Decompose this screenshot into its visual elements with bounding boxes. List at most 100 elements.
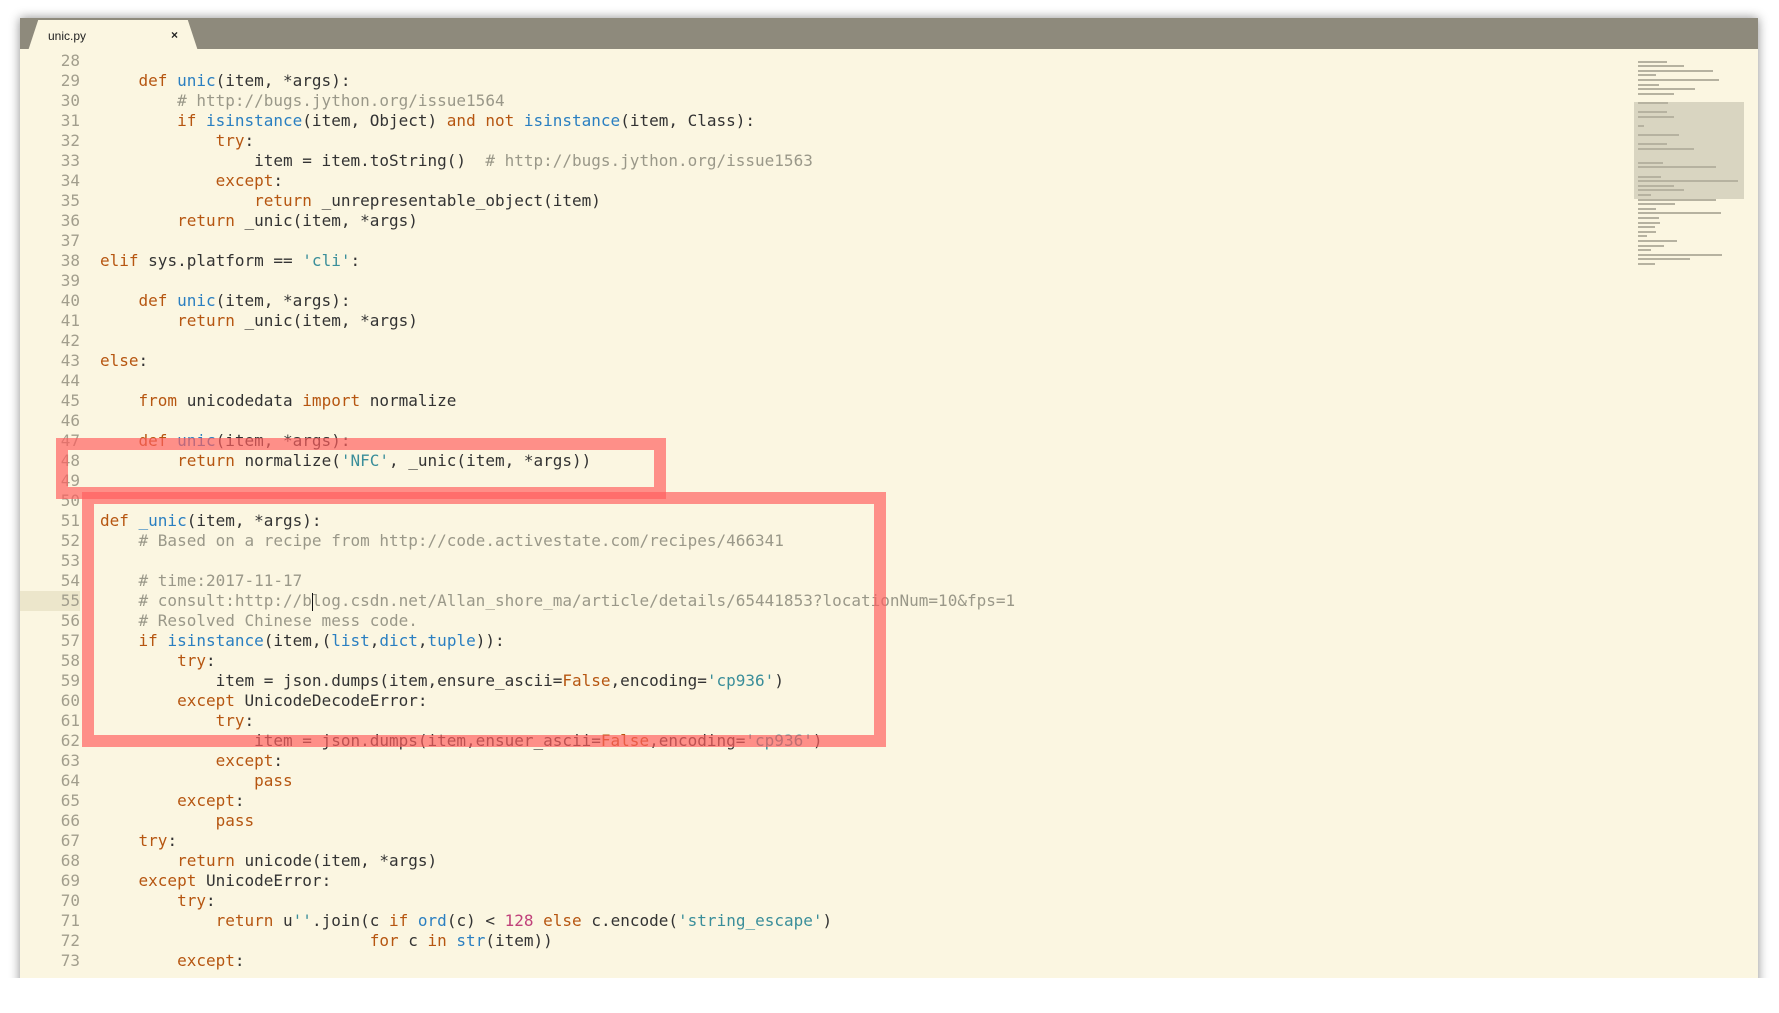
line-number: 66 <box>60 811 80 830</box>
code-text: elif sys.platform == 'cli': <box>80 251 360 271</box>
code-line[interactable]: 72 for c in str(item)) <box>20 931 1758 951</box>
code-line[interactable]: 63 except: <box>20 751 1758 771</box>
code-token: _unrepresentable_object(item) <box>321 191 601 210</box>
code-line[interactable]: 34 except: <box>20 171 1758 191</box>
minimap-line <box>1638 212 1721 215</box>
code-line[interactable]: 39 <box>20 271 1758 291</box>
code-line[interactable]: 70 try: <box>20 891 1758 911</box>
code-text: except: <box>80 751 283 771</box>
code-line[interactable]: 42 <box>20 331 1758 351</box>
code-token: : <box>138 351 149 370</box>
line-number: 36 <box>60 211 80 230</box>
line-number: 28 <box>60 51 80 70</box>
code-token: and not <box>446 111 524 130</box>
code-line[interactable]: 40 def unic(item, *args): <box>20 291 1758 311</box>
code-line[interactable]: 45 from unicodedata import normalize <box>20 391 1758 411</box>
minimap-line <box>1638 217 1659 219</box>
code-line[interactable]: 67 try: <box>20 831 1758 851</box>
minimap-line <box>1638 166 1717 169</box>
code-token: .join(c <box>311 911 389 930</box>
code-token: try <box>215 131 245 150</box>
code-token: # http://bugs.jython.org/issue1564 <box>177 91 505 110</box>
code-line[interactable]: 35 return _unrepresentable_object(item) <box>20 191 1758 211</box>
line-number: 57 <box>60 631 80 650</box>
code-token: ) <box>822 911 833 930</box>
code-line[interactable]: 30 # http://bugs.jython.org/issue1564 <box>20 91 1758 111</box>
line-number: 65 <box>60 791 80 810</box>
code-token: except <box>177 791 235 810</box>
code-line[interactable]: 41 return _unic(item, *args) <box>20 311 1758 331</box>
code-line[interactable]: 29 def unic(item, *args): <box>20 71 1758 91</box>
code-line[interactable]: 65 except: <box>20 791 1758 811</box>
code-token: ord <box>417 911 447 930</box>
code-text: def unic(item, *args): <box>80 291 351 311</box>
code-token: : <box>273 171 284 190</box>
line-number: 44 <box>60 371 80 390</box>
minimap-line <box>1638 203 1676 206</box>
minimap-line <box>1638 79 1720 81</box>
code-token: for <box>369 931 409 950</box>
code-token: (c) < <box>446 911 505 930</box>
minimap-line <box>1638 111 1667 114</box>
minimap[interactable] <box>1634 52 1744 292</box>
line-number: 43 <box>60 351 80 370</box>
code-text: pass <box>80 771 293 791</box>
code-line[interactable]: 28 <box>20 51 1758 71</box>
code-text: else: <box>80 351 148 371</box>
code-token: return <box>215 911 284 930</box>
code-text: for c in str(item)) <box>80 931 553 951</box>
code-token: unic <box>177 291 216 310</box>
code-text: item = item.toString() # http://bugs.jyt… <box>80 151 813 171</box>
tab-title: unic.py <box>48 29 87 43</box>
line-number: 31 <box>60 111 80 130</box>
code-token: def <box>138 291 178 310</box>
code-line[interactable]: 66 pass <box>20 811 1758 831</box>
code-text: return _unic(item, *args) <box>80 211 418 231</box>
code-token: return <box>177 211 245 230</box>
line-number: 33 <box>60 151 80 170</box>
code-text: if isinstance(item, Object) and not isin… <box>80 111 755 131</box>
highlight-box-def-unic <box>56 438 666 499</box>
line-number: 71 <box>60 911 80 930</box>
tab-unic-py[interactable]: unic.py × <box>28 20 198 51</box>
line-number: 54 <box>60 571 80 590</box>
code-line[interactable]: 32 try: <box>20 131 1758 151</box>
code-line[interactable]: 64 pass <box>20 771 1758 791</box>
minimap-line <box>1638 65 1685 68</box>
close-icon[interactable]: × <box>171 28 178 42</box>
code-line[interactable]: 68 return unicode(item, *args) <box>20 851 1758 871</box>
code-line[interactable]: 36 return _unic(item, *args) <box>20 211 1758 231</box>
minimap-line <box>1638 143 1667 146</box>
code-token: in <box>427 931 457 950</box>
line-number: 39 <box>60 271 80 290</box>
line-number: 59 <box>60 671 80 690</box>
code-line[interactable]: 43 else: <box>20 351 1758 371</box>
line-number: 58 <box>60 651 80 670</box>
code-line[interactable]: 31 if isinstance(item, Object) and not i… <box>20 111 1758 131</box>
code-line[interactable]: 44 <box>20 371 1758 391</box>
code-token: unicode(item, *args) <box>244 851 438 870</box>
line-number: 38 <box>60 251 80 270</box>
code-token: c.encode( <box>591 911 679 930</box>
line-number: 52 <box>60 531 80 550</box>
code-token: try <box>138 831 168 850</box>
code-line[interactable]: 46 <box>20 411 1758 431</box>
line-number: 73 <box>60 951 80 970</box>
code-line[interactable]: 33 item = item.toString() # http://bugs.… <box>20 151 1758 171</box>
minimap-line <box>1638 226 1655 229</box>
minimap-line <box>1638 74 1656 77</box>
code-line[interactable]: 38 elif sys.platform == 'cli': <box>20 251 1758 271</box>
code-line[interactable]: 69 except UnicodeError: <box>20 871 1758 891</box>
code-token: item = item.toString() <box>100 151 486 170</box>
code-token: if <box>389 911 418 930</box>
code-line[interactable]: 73 except: <box>20 951 1758 971</box>
code-text: pass <box>80 811 255 831</box>
code-line[interactable]: 71 return u''.join(c if ord(c) < 128 els… <box>20 911 1758 931</box>
code-line[interactable]: 37 <box>20 231 1758 251</box>
code-token: : <box>273 751 284 770</box>
